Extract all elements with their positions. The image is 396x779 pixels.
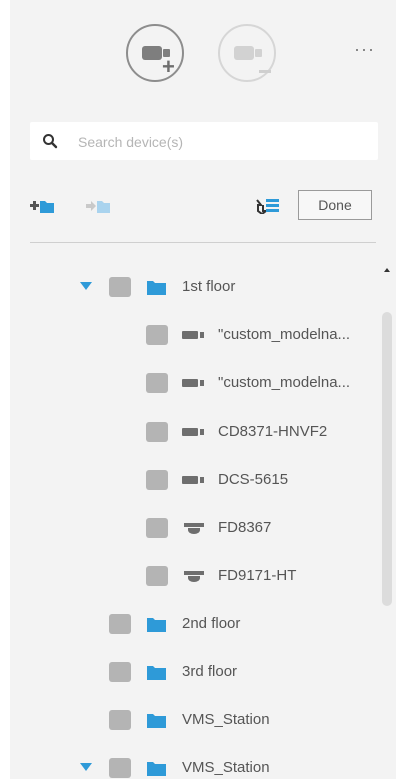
checkbox[interactable]	[146, 566, 168, 586]
add-camera-button[interactable]: +	[126, 24, 184, 82]
folder-icon	[147, 714, 166, 728]
tree-item-label: FD9171-HT	[218, 567, 297, 584]
device-tree-panel: + ··· Done	[10, 0, 396, 779]
search-input[interactable]	[76, 130, 370, 154]
folder-icon	[147, 281, 166, 295]
checkbox[interactable]	[146, 325, 168, 345]
folder-move-icon[interactable]	[86, 198, 110, 214]
scroll-up-arrow[interactable]	[384, 268, 390, 272]
tree-folder-1st-floor[interactable]: 1st floor	[10, 272, 380, 302]
done-button[interactable]: Done	[298, 190, 372, 220]
remove-camera-button[interactable]	[218, 24, 276, 82]
search-icon	[43, 134, 58, 149]
tree-item-label: 1st floor	[182, 278, 236, 295]
tree-device-row[interactable]: CD8371-HNVF2	[10, 417, 380, 447]
list-sort-icon[interactable]	[256, 198, 280, 214]
tree-device-row[interactable]: DCS-5615	[10, 465, 380, 495]
tree-item-label: "custom_modelna...	[218, 374, 351, 391]
tree-folder-vms-station[interactable]: VMS_Station	[10, 705, 380, 735]
tree-item-label: VMS_Station	[182, 759, 270, 776]
scrollbar-thumb[interactable]	[382, 312, 392, 606]
checkbox[interactable]	[109, 614, 131, 634]
tree-folder-vms-station-expanded[interactable]: VMS_Station	[10, 753, 380, 779]
folder-icon	[147, 666, 166, 680]
tree-item-label: "custom_modelna...	[218, 326, 351, 343]
tree-device-row[interactable]: FD8367	[10, 513, 380, 543]
folder-add-icon[interactable]	[30, 198, 54, 214]
tree-device-row[interactable]: FD9171-HT	[10, 561, 380, 591]
checkbox[interactable]	[146, 518, 168, 538]
tree-item-label: VMS_Station	[182, 711, 270, 728]
search-box[interactable]	[30, 122, 378, 160]
bullet-camera-icon	[182, 428, 204, 436]
bullet-camera-icon	[182, 379, 204, 387]
folder-icon	[147, 618, 166, 632]
checkbox[interactable]	[146, 373, 168, 393]
tree-device-row[interactable]: "custom_modelna...	[10, 320, 380, 350]
bullet-camera-icon	[182, 476, 204, 484]
expand-down-icon[interactable]	[80, 282, 92, 290]
checkbox[interactable]	[146, 422, 168, 442]
tree-folder-2nd-floor[interactable]: 2nd floor	[10, 609, 380, 639]
tree-item-label: 2nd floor	[182, 615, 241, 632]
dome-camera-icon	[184, 523, 204, 534]
checkbox[interactable]	[109, 710, 131, 730]
bullet-camera-icon	[182, 331, 204, 339]
checkbox[interactable]	[109, 662, 131, 682]
folder-icon	[147, 762, 166, 776]
checkbox[interactable]	[109, 277, 131, 297]
checkbox[interactable]	[146, 470, 168, 490]
expand-down-icon[interactable]	[80, 763, 92, 771]
tree-item-label: CD8371-HNVF2	[218, 423, 328, 440]
tree-item-label: FD8367	[218, 519, 272, 536]
tree-folder-3rd-floor[interactable]: 3rd floor	[10, 657, 380, 687]
tree-device-row[interactable]: "custom_modelna...	[10, 368, 380, 398]
tree-item-label: 3rd floor	[182, 663, 238, 680]
checkbox[interactable]	[109, 758, 131, 778]
tree-item-label: DCS-5615	[218, 471, 289, 488]
dome-camera-icon	[184, 571, 204, 582]
more-options-button[interactable]: ···	[354, 40, 375, 58]
divider	[30, 242, 376, 243]
